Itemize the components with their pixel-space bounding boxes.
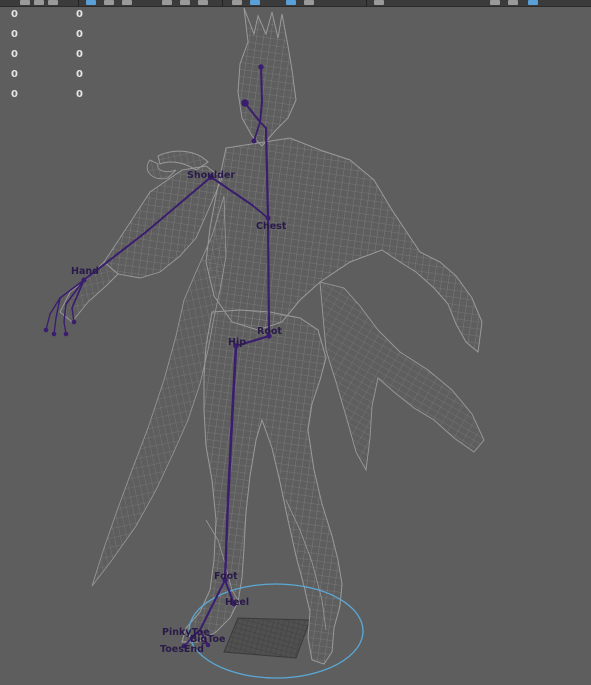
- hud-value: 0: [76, 29, 83, 40]
- hud-row: 0 0: [11, 49, 131, 69]
- hud-row: 0 0: [11, 29, 131, 49]
- hud-value: 0: [11, 69, 18, 80]
- hud-row: 0 0: [11, 9, 131, 29]
- heads-up-display: 0 0 0 0 0 0 0 0 0 0: [11, 9, 131, 109]
- hud-row: 0 0: [11, 69, 131, 89]
- hud-value: 0: [11, 49, 18, 60]
- joint-label-shoulder[interactable]: Shoulder: [187, 170, 235, 181]
- hud-value: 0: [11, 89, 18, 100]
- joint-label-foot[interactable]: Foot: [214, 571, 238, 582]
- hud-row: 0 0: [11, 89, 131, 109]
- hud-value: 0: [11, 29, 18, 40]
- hud-value: 0: [11, 9, 18, 20]
- joint-label-heel[interactable]: Heel: [225, 597, 249, 608]
- hud-value: 0: [76, 49, 83, 60]
- hud-value: 0: [76, 69, 83, 80]
- joint-label-root[interactable]: Root: [257, 326, 282, 337]
- ground-grid: [223, 617, 311, 659]
- hud-value: 0: [76, 9, 83, 20]
- joint-label-toes-end[interactable]: ToesEnd: [160, 644, 204, 655]
- joint-label-hand[interactable]: Hand: [71, 266, 99, 277]
- joint-label-chest[interactable]: Chest: [256, 221, 287, 232]
- hud-value: 0: [76, 89, 83, 100]
- joint-label-hip[interactable]: Hip: [228, 337, 246, 348]
